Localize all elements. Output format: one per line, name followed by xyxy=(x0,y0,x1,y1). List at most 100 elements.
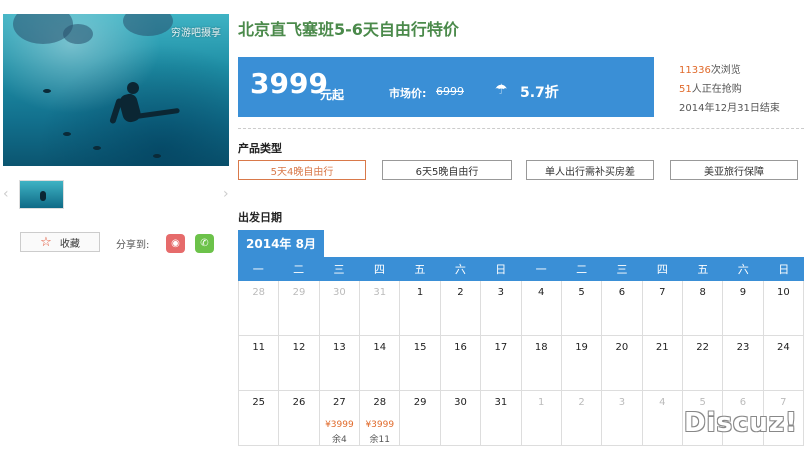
calendar-day-price: ¥3999 xyxy=(325,420,354,430)
views-count: 11336 xyxy=(679,65,711,76)
end-date: 2014年12月31日结束 xyxy=(679,103,780,114)
product-type-option[interactable]: 美亚旅行保障 xyxy=(670,160,798,180)
calendar-day-cell: 9 xyxy=(723,281,764,335)
calendar-day-number: 13 xyxy=(333,342,346,353)
calendar-day-number: 2 xyxy=(578,397,585,408)
swimmer-body xyxy=(117,92,143,124)
calendar-day-number: 18 xyxy=(534,342,548,353)
stats-panel: 11336次浏览 51人正在抢购 2014年12月31日结束 xyxy=(679,61,780,118)
weekday-label: 二 xyxy=(293,263,305,276)
price-unit: 元起 xyxy=(320,88,345,102)
calendar-day-cell: 11 xyxy=(239,336,280,390)
calendar-day-cell: 28 xyxy=(239,281,280,335)
coral-shape xyxy=(63,24,93,44)
departure-date-title: 出发日期 xyxy=(238,211,282,224)
calendar-day-number: 29 xyxy=(292,287,306,298)
calendar-day-number: 28 xyxy=(373,397,387,408)
calendar-day-cell: 19 xyxy=(562,336,603,390)
calendar-day-number: 7 xyxy=(780,397,787,408)
calendar-day-number: 20 xyxy=(615,342,629,353)
calendar-day-cell: 18 xyxy=(522,336,562,390)
calendar-day-number: 21 xyxy=(655,342,669,353)
thumb-prev-arrow-icon[interactable]: ‹ xyxy=(3,186,9,202)
calendar-day-cell: 6 xyxy=(602,281,643,335)
calendar-day-cell: 15 xyxy=(400,336,441,390)
calendar-day-number: 31 xyxy=(494,397,508,408)
calendar-day-cell: 7 xyxy=(643,281,683,335)
calendar-day-cell: 1 xyxy=(400,281,441,335)
weekday-label: 一 xyxy=(252,263,264,276)
product-type-option[interactable]: 单人出行需补买房差 xyxy=(526,160,654,180)
calendar-day-cell: 4 xyxy=(522,281,562,335)
calendar-day-number: 11 xyxy=(252,342,266,353)
calendar-day-cell: 16 xyxy=(441,336,482,390)
product-type-option[interactable]: 5天4晚自由行 xyxy=(238,160,366,180)
photo-thumbnail[interactable] xyxy=(19,180,64,209)
weekday-label: 六 xyxy=(454,263,466,276)
weibo-share-icon[interactable]: ◉ xyxy=(166,234,185,253)
weekday-label: 四 xyxy=(373,263,385,276)
calendar-day-number: 26 xyxy=(292,397,306,408)
fish xyxy=(43,89,51,93)
discount-tag-icon: ☂ xyxy=(495,82,508,98)
calendar-day-number: 1 xyxy=(416,287,424,298)
thumb-swimmer xyxy=(40,191,46,201)
photo-watermark: 穷游吧摄享 xyxy=(171,28,221,39)
calendar-day-price: ¥3999 xyxy=(365,420,395,430)
share-label: 分享到: xyxy=(116,240,150,251)
calendar-day-cell: 17 xyxy=(481,336,522,390)
calendar-day-number: 1 xyxy=(538,397,545,408)
calendar-day-number: 10 xyxy=(776,287,790,298)
calendar-day-cell: 12 xyxy=(279,336,320,390)
fish xyxy=(153,154,161,158)
product-title: 北京直飞塞班5-6天自由行特价 xyxy=(238,20,459,39)
calendar-day-cell: 14 xyxy=(360,336,401,390)
weekday-label: 五 xyxy=(697,263,709,276)
calendar-month-tab[interactable]: 2014年 8月 xyxy=(238,230,324,257)
calendar-day-cell: 4 xyxy=(643,391,683,445)
calendar-day-number: 5 xyxy=(699,397,706,408)
calendar-day-number: 8 xyxy=(699,287,706,298)
calendar-day-cell: 1 xyxy=(522,391,562,445)
calendar-day-number: 17 xyxy=(494,342,508,353)
calendar-day-remaining: 余11 xyxy=(369,435,390,445)
calendar-day-number: 29 xyxy=(413,397,427,408)
main-product-photo[interactable]: 穷游吧摄享 xyxy=(3,14,229,166)
calendar-day-cell: 3 xyxy=(481,281,522,335)
calendar-day-cell: 29 xyxy=(400,391,441,445)
calendar-week-row: 28 29 30 31 1 2 3 4 5 6 7 8 9 10 xyxy=(239,281,805,336)
weekday-label: 五 xyxy=(414,263,426,276)
calendar-day-number: 6 xyxy=(618,287,626,298)
calendar-day-number: 9 xyxy=(739,287,747,298)
calendar-day-number: 4 xyxy=(659,397,666,408)
calendar-day-number: 23 xyxy=(736,342,750,353)
calendar-day-number: 14 xyxy=(373,342,387,353)
views-line: 11336次浏览 xyxy=(679,61,780,80)
swimmer-leg xyxy=(135,107,180,119)
calendar-day-cell: 10 xyxy=(764,281,805,335)
favorite-button[interactable]: ☆ 收藏 xyxy=(20,232,100,252)
fish xyxy=(93,146,101,150)
wechat-share-icon[interactable]: ✆ xyxy=(195,234,214,253)
weekday-label: 日 xyxy=(495,263,507,276)
product-type-option[interactable]: 6天5晚自由行 xyxy=(382,160,512,180)
calendar-day-number: 12 xyxy=(292,342,306,353)
calendar-day-number: 25 xyxy=(252,397,266,408)
buying-count: 51 xyxy=(679,84,692,95)
calendar-day-cell: 22 xyxy=(683,336,724,390)
calendar-day-cell: 31 xyxy=(481,391,522,445)
calendar-day-number: 3 xyxy=(497,287,505,298)
weekday-label: 三 xyxy=(333,263,345,276)
thumb-next-arrow-icon[interactable]: › xyxy=(223,186,229,202)
calendar-day-number: 5 xyxy=(578,287,585,298)
calendar-day-number: 19 xyxy=(575,342,588,353)
market-price-value: 6999 xyxy=(436,85,464,98)
section-divider xyxy=(238,128,804,129)
calendar-day-cell: 31 xyxy=(360,281,401,335)
calendar-day-cell[interactable]: 28 ¥3999 余11 xyxy=(360,391,401,445)
calendar-day-cell: 30 xyxy=(320,281,361,335)
weekday-label: 三 xyxy=(616,263,628,276)
calendar-day-cell[interactable]: 27 ¥3999 余4 xyxy=(320,391,361,445)
calendar-day-cell: 25 xyxy=(239,391,280,445)
calendar-day-number: 28 xyxy=(252,287,266,298)
